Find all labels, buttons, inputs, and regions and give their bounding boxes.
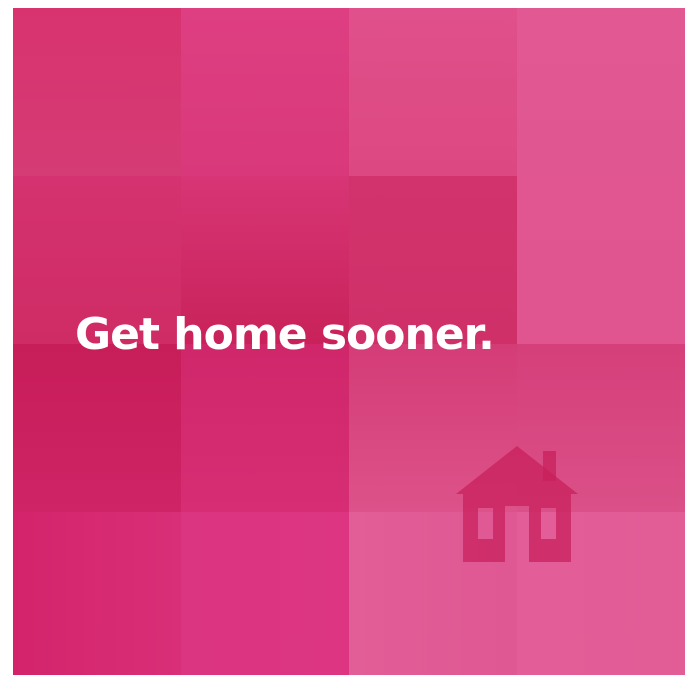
background-tile: [181, 344, 349, 512]
background-tile: [13, 344, 181, 512]
background-tile: [517, 8, 685, 176]
background-tile: [13, 512, 181, 675]
headline: Get home sooner.: [75, 309, 495, 360]
background-tile: [181, 512, 349, 675]
background-tile: [181, 8, 349, 176]
background-tile: [13, 8, 181, 176]
background-tile: [349, 8, 517, 176]
house-icon: [456, 446, 578, 562]
background-tile: [517, 176, 685, 344]
